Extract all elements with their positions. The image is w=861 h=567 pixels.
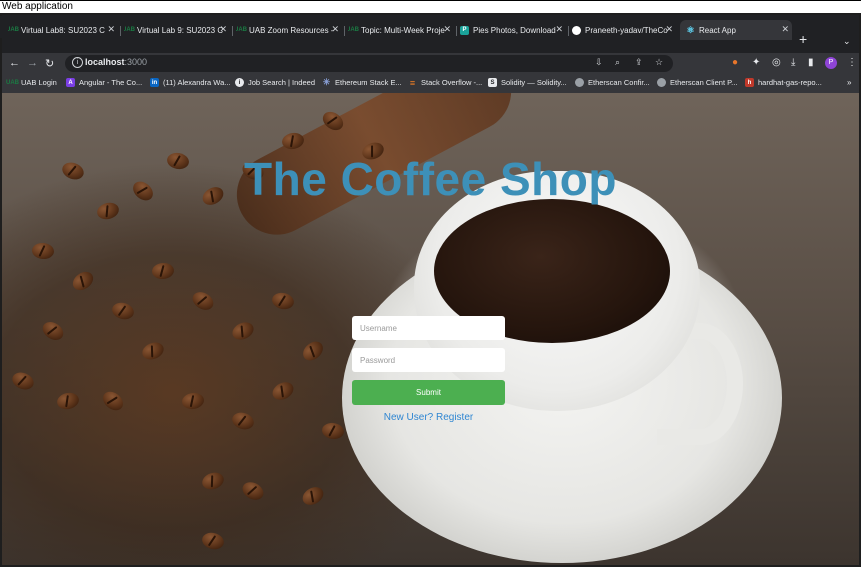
tab-3[interactable]: UAB UAB Zoom Resources - ✕ [236, 20, 342, 40]
close-icon[interactable]: ✕ [107, 24, 115, 35]
coffee-bean-image [39, 318, 67, 344]
site-info-icon[interactable]: i [72, 57, 83, 68]
tab-title: Praneeth-yadav/TheCo [585, 25, 668, 35]
new-tab-button[interactable]: + [799, 32, 807, 46]
bookmark-item[interactable]: Etherscan Client P... [657, 78, 737, 87]
bookmark-item[interactable]: ✳ Ethereum Stack E... [322, 77, 402, 87]
close-icon[interactable]: ✕ [331, 24, 339, 35]
angular-icon: A [66, 78, 75, 87]
reload-button[interactable]: ↻ [45, 57, 54, 70]
coffee-bean-image [200, 469, 226, 493]
tab-title: Virtual Lab8: SU2023 C [21, 25, 105, 35]
tab-6[interactable]: Praneeth-yadav/TheCo ✕ [572, 20, 676, 40]
browser-toolbar: ← → ↻ i localhost:3000 ⇩ ⌕ ⇪ ☆ ● ✦ ◎ ⤓ ▮… [2, 53, 859, 74]
tab-react-app[interactable]: ⚛ React App ✕ [680, 20, 792, 40]
close-icon[interactable]: ✕ [781, 24, 789, 35]
bookmark-item[interactable]: S Solidity — Solidity... [488, 78, 567, 87]
bookmark-item[interactable]: ≡ Stack Overflow -... [408, 77, 482, 88]
close-icon[interactable]: ✕ [555, 24, 563, 35]
github-icon [572, 25, 581, 35]
close-icon[interactable]: ✕ [219, 24, 227, 35]
coffee-bean-image [110, 300, 136, 322]
coffee-bean-image [69, 268, 97, 294]
coffee-bean-image [270, 290, 296, 312]
uab-favicon-icon: UAB [236, 27, 247, 33]
coffee-bean-image [230, 409, 256, 433]
tab-bar: UAB Virtual Lab8: SU2023 C ✕ UAB Virtual… [0, 16, 857, 40]
tab-title: React App [699, 25, 736, 35]
close-icon[interactable]: ✕ [443, 24, 451, 35]
etherscan-icon [657, 78, 666, 87]
coffee-bean-image [320, 421, 346, 441]
coffee-bean-image [99, 387, 127, 415]
tab-title: Pies Photos, Download [473, 25, 556, 35]
coffee-bean-image [55, 390, 81, 412]
bookmark-item[interactable]: A Angular - The Co... [66, 78, 142, 87]
install-app-icon[interactable]: ⇩ [595, 57, 603, 68]
coffee-bean-image [239, 478, 267, 504]
bookmark-item[interactable]: h hardhat-gas-repo... [745, 78, 822, 87]
tab-title: Topic: Multi-Week Proje [361, 25, 445, 35]
tab-4[interactable]: UAB Topic: Multi-Week Proje ✕ [348, 20, 454, 40]
tab-1[interactable]: UAB Virtual Lab8: SU2023 C ✕ [8, 20, 118, 40]
register-link[interactable]: New User? Register [352, 412, 505, 423]
profile-avatar[interactable]: P [825, 57, 837, 69]
metamask-extension-icon[interactable]: ● [732, 57, 738, 68]
bookmark-star-icon[interactable]: ☆ [655, 57, 663, 68]
extensions-puzzle-icon[interactable]: ✦ [752, 57, 760, 68]
bookmark-item[interactable]: i Job Search | Indeed [235, 78, 315, 87]
window-caption: Web application [2, 1, 73, 12]
react-icon: ⚛ [686, 24, 695, 35]
bookmark-item[interactable]: Etherscan Confir... [575, 78, 650, 87]
solidity-icon: S [488, 78, 497, 87]
back-button[interactable]: ← [9, 57, 20, 69]
stack-overflow-icon: ≡ [409, 77, 416, 88]
bookmark-item[interactable]: in (11) Alexandra Wa... [150, 78, 231, 87]
coffee-bean-image [139, 339, 167, 363]
coffee-bean-image [180, 391, 206, 411]
bookmarks-overflow-icon[interactable]: » [847, 78, 851, 87]
coffee-bean-image [189, 288, 217, 314]
login-form: Submit New User? Register [352, 316, 505, 423]
menu-kebab-icon[interactable]: ⋮ [847, 57, 857, 68]
pexels-favicon-icon: P [460, 25, 469, 35]
zoom-icon[interactable]: ⌕ [615, 57, 620, 68]
coffee-bean-image [9, 369, 37, 393]
bookmarks-bar: UAB UAB Login A Angular - The Co... in (11)… [2, 74, 859, 94]
etherscan-icon [575, 78, 584, 87]
submit-button[interactable]: Submit [352, 380, 505, 405]
coffee-bean-image [269, 378, 297, 404]
tab-2[interactable]: UAB Virtual Lab 9: SU2023 C ✕ [124, 20, 230, 40]
coffee-bean-image [151, 262, 175, 280]
forward-button[interactable]: → [27, 57, 38, 69]
coffee-bean-image [299, 337, 327, 365]
page-title: The Coffee Shop [244, 153, 617, 205]
coffee-bean-image [200, 530, 226, 552]
close-icon[interactable]: ✕ [665, 24, 673, 35]
tab-title: UAB Zoom Resources - [249, 25, 334, 35]
username-input[interactable] [352, 316, 505, 340]
ethereum-icon: ✳ [322, 77, 331, 87]
tab-5[interactable]: P Pies Photos, Download ✕ [460, 20, 566, 40]
tab-search-chevron-icon[interactable]: ⌄ [843, 36, 851, 47]
password-input[interactable] [352, 348, 505, 372]
share-icon[interactable]: ⇪ [635, 57, 643, 68]
uab-favicon-icon: UAB [348, 27, 359, 33]
coffee-bean-image [31, 242, 55, 260]
tab-title: Virtual Lab 9: SU2023 C [137, 25, 224, 35]
coffee-bean-image [229, 319, 257, 343]
uab-favicon-icon: UAB [6, 79, 19, 86]
extension-icon[interactable]: ◎ [772, 57, 781, 68]
uab-favicon-icon: UAB [8, 27, 19, 33]
bookmark-item[interactable]: UAB UAB Login [6, 78, 57, 87]
side-panel-icon[interactable]: ▮ [808, 57, 814, 68]
download-icon[interactable]: ⤓ [791, 57, 795, 68]
url-text[interactable]: localhost:3000 [85, 57, 147, 67]
uab-favicon-icon: UAB [124, 27, 135, 33]
hardhat-icon: h [745, 78, 754, 87]
linkedin-icon: in [150, 78, 159, 87]
coffee-bean-image [299, 483, 327, 509]
address-bar[interactable]: i localhost:3000 ⇩ ⌕ ⇪ ☆ [65, 55, 673, 72]
indeed-icon: i [235, 78, 244, 87]
